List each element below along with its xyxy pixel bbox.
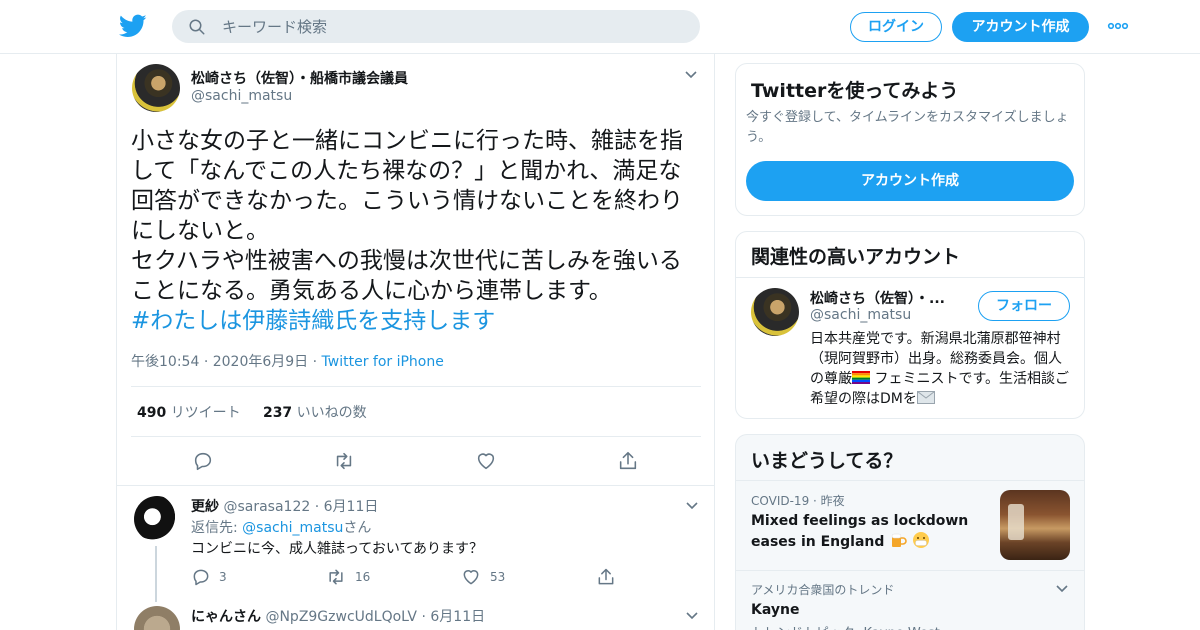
follow-button[interactable]: フォロー (978, 291, 1070, 321)
divider (131, 386, 701, 387)
twitter-bird-logo-icon[interactable] (118, 12, 148, 40)
trend-subtitle: トレンドトピック: Kayne West (751, 622, 940, 630)
share-icon[interactable] (617, 450, 639, 472)
divider (736, 277, 1084, 278)
more-options-icon[interactable] (1107, 20, 1129, 32)
related-accounts-title: 関連性の高いアカウント (751, 246, 961, 268)
tweet-hashtag[interactable]: #わたしは伊藤詩織氏を支持します (131, 306, 703, 336)
tweet-timestamp: 午後10:54 · 2020年6月9日 · Twitter for iPhone (131, 354, 444, 370)
like-count: 53 (490, 570, 506, 584)
reply-icon[interactable] (191, 567, 211, 587)
tweet-source[interactable]: Twitter for iPhone (322, 354, 444, 370)
author-handle[interactable]: @sachi_matsu (191, 88, 292, 104)
tweet-text: 小さな女の子と一緒にコンビニに行った時、雑誌を指して「なんでこの人たち裸なの？」… (131, 128, 683, 304)
tweet-date[interactable]: 2020年6月9日 (213, 354, 308, 370)
reply-author-handle[interactable]: @NpZ9GzwcUdLQoLV (265, 609, 417, 625)
reply-count: 3 (219, 570, 227, 584)
reply-icon[interactable] (192, 450, 214, 472)
signup-card-button[interactable]: アカウント作成 (746, 161, 1074, 201)
beer-mug-emoji-icon (892, 533, 908, 547)
like-heart-icon[interactable] (461, 567, 481, 587)
reply-date[interactable]: 6月11日 (430, 609, 485, 625)
divider (117, 485, 714, 486)
signup-card-title: Twitterを使ってみよう (751, 80, 959, 102)
author-avatar[interactable] (132, 64, 180, 112)
trend-category: アメリカ合衆国のトレンド (751, 583, 895, 597)
main-timeline-column: 松崎さち（佐智）・船橋市議会議員 @sachi_matsu 小さな女の子と一緒に… (116, 54, 715, 630)
trend-topic: Kayne (751, 602, 800, 618)
chevron-down-icon[interactable] (685, 501, 699, 511)
chevron-down-icon[interactable] (685, 611, 699, 621)
thread-connector-line (155, 546, 157, 602)
top-header: ログイン アカウント作成 (0, 0, 1200, 54)
reply-author-name[interactable]: 更紗 (191, 499, 219, 515)
related-account-bio: 日本共産党です。新潟県北蒲原郡笹神村（現阿賀野市）出身。総務委員会。個人の尊厳 … (810, 331, 1070, 407)
signup-button[interactable]: アカウント作成 (952, 12, 1089, 42)
related-account-name[interactable]: 松崎さち（佐智）・... (810, 288, 945, 308)
share-icon[interactable] (596, 567, 616, 587)
reply-text: コンビニに今、成人雑誌っておいてあります？ (191, 541, 484, 557)
reply-header: にゃんさん @NpZ9GzwcUdLQoLV · 6月11日 (191, 609, 486, 625)
related-account-handle[interactable]: @sachi_matsu (810, 307, 911, 323)
retweet-icon[interactable] (326, 567, 346, 587)
trend-category: COVID-19 · 昨夜 (751, 494, 845, 508)
like-stat[interactable]: 237 いいねの数 (263, 405, 367, 421)
search-icon (189, 19, 205, 35)
reply-header: 更紗 @sarasa122 · 6月11日 (191, 499, 379, 515)
related-accounts-card: 関連性の高いアカウント 松崎さち（佐智）・... @sachi_matsu フォ… (735, 231, 1085, 419)
divider (131, 436, 701, 437)
retweet-icon[interactable] (333, 450, 355, 472)
retweet-stat[interactable]: 490 リツイート (137, 405, 241, 421)
chevron-down-icon[interactable] (1055, 584, 1069, 594)
reply-to-handle[interactable]: @sachi_matsu (242, 520, 343, 536)
whats-happening-card: いまどうしてる？ COVID-19 · 昨夜 Mixed feelings as… (735, 434, 1085, 630)
divider (736, 480, 1084, 481)
retweet-count: 16 (355, 570, 371, 584)
rainbow-flag-icon (852, 371, 870, 384)
reply-author-name[interactable]: にゃんさん (191, 609, 261, 625)
envelope-icon (916, 391, 935, 404)
reply-avatar[interactable] (134, 606, 180, 630)
search-input[interactable] (222, 10, 682, 43)
reply-author-handle[interactable]: @sarasa122 (223, 499, 310, 515)
related-account-avatar[interactable] (751, 288, 799, 336)
reply-date[interactable]: 6月11日 (324, 499, 379, 515)
tweet-stats: 490 リツイート 237 いいねの数 (137, 402, 367, 422)
divider (736, 570, 1084, 571)
tweet-body: 小さな女の子と一緒にコンビニに行った時、雑誌を指して「なんでこの人たち裸なの？」… (131, 126, 703, 336)
signup-card: Twitterを使ってみよう 今すぐ登録して、タイムラインをカスタマイズしましょ… (735, 63, 1085, 216)
search-bar[interactable] (172, 10, 700, 43)
face-with-mask-emoji-icon (913, 532, 930, 548)
chevron-down-icon[interactable] (684, 70, 698, 80)
reply-to-line: 返信先: @sachi_matsuさん (191, 520, 372, 536)
tweet-time[interactable]: 午後10:54 (131, 354, 199, 370)
signup-card-description: 今すぐ登録して、タイムラインをカスタマイズしましょう。 (746, 110, 1069, 145)
trend-topic: Mixed feelings as lockdown eases in Engl… (751, 513, 969, 550)
like-heart-icon[interactable] (475, 450, 497, 472)
trend-thumbnail-image (1000, 490, 1070, 560)
author-name[interactable]: 松崎さち（佐智）・船橋市議会議員 (191, 68, 408, 88)
reply-avatar[interactable] (134, 496, 180, 542)
whats-happening-title: いまどうしてる？ (751, 450, 903, 472)
login-button[interactable]: ログイン (850, 12, 942, 42)
